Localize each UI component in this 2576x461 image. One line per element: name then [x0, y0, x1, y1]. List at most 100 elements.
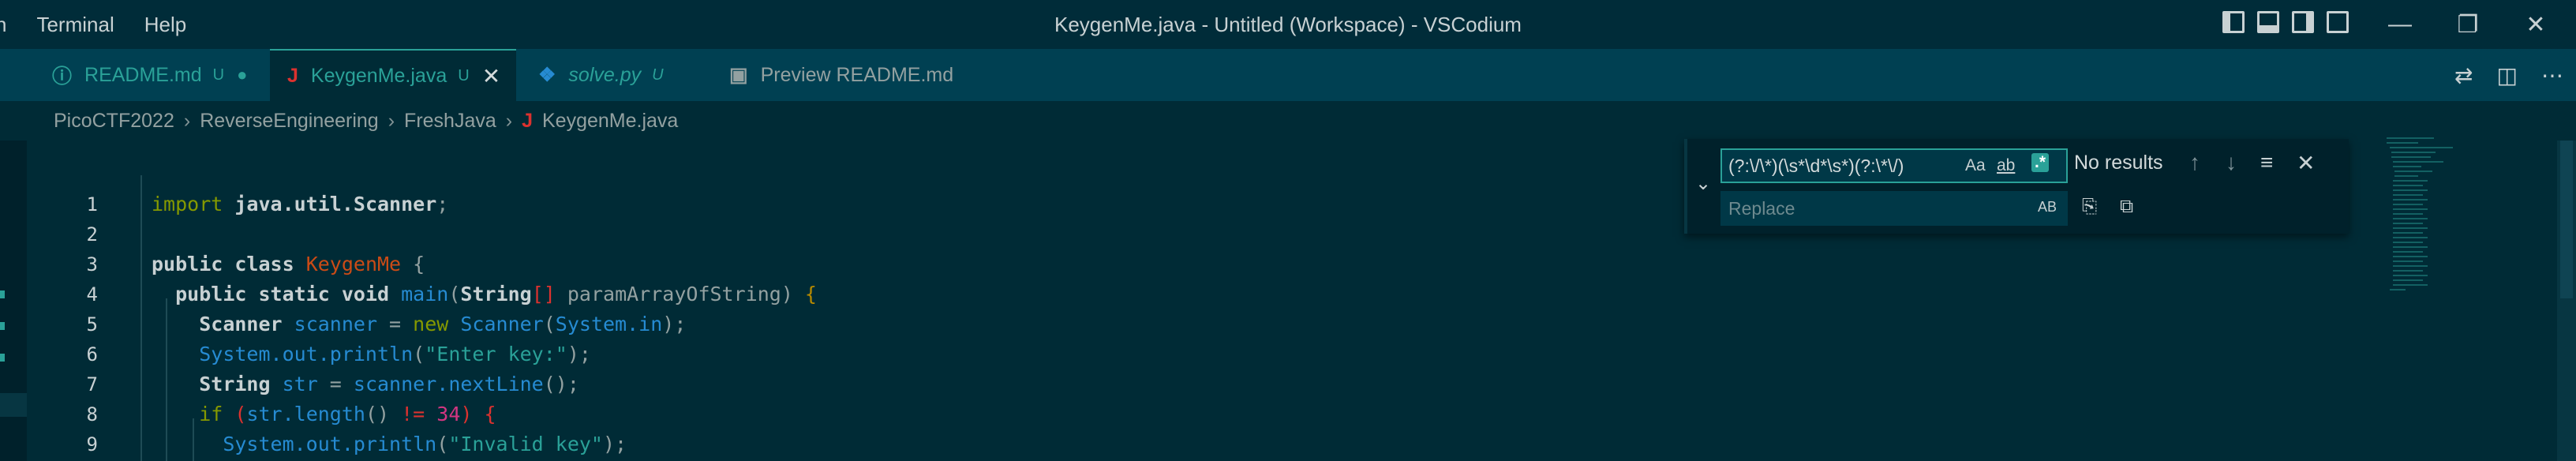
token-keyword: import: [152, 193, 223, 216]
menu-bar: n Terminal Help: [0, 0, 216, 49]
minimap-row: [2390, 147, 2453, 148]
line-number: 6: [86, 343, 98, 365]
code-line: import java.util.Scanner;: [152, 193, 449, 216]
line-number: 2: [86, 223, 98, 245]
token-variable: scanner: [294, 313, 377, 335]
toggle-panel-icon[interactable]: [2257, 11, 2279, 33]
token-keyword: if: [199, 403, 223, 425]
minimap[interactable]: [2383, 134, 2478, 308]
chevron-right-icon: ›: [505, 109, 513, 132]
chevron-right-icon: ›: [388, 109, 395, 132]
find-in-selection-icon[interactable]: ≡: [2260, 150, 2273, 175]
preview-icon: ▣: [729, 64, 748, 86]
scrollbar-thumb[interactable]: [2560, 141, 2573, 298]
minimap-row: [2393, 251, 2423, 253]
token-identifier: System.in: [555, 313, 663, 335]
tab-label: KeygenMe.java: [310, 64, 447, 87]
replace-input[interactable]: Replace: [1720, 191, 2068, 226]
close-tab-icon[interactable]: ✕: [482, 63, 500, 89]
minimap-row: [2393, 208, 2428, 210]
tab-label: README.md: [84, 63, 202, 86]
code-line: public class KeygenMe {: [152, 253, 425, 275]
find-input[interactable]: (?:\/\*)(\s*\d*\s*)(?:\*\/): [1720, 148, 2068, 183]
customize-layout-icon[interactable]: [2327, 11, 2349, 33]
token-method: main: [401, 283, 449, 305]
minimap-row: [2393, 237, 2428, 238]
toggle-primary-sidebar-icon[interactable]: [2222, 11, 2245, 33]
token-operator: !=: [401, 403, 425, 425]
regex-toggle[interactable]: .*: [2031, 153, 2050, 172]
menu-item-terminal[interactable]: Terminal: [36, 13, 114, 37]
token-string: "Enter key:": [425, 343, 567, 365]
marker: [0, 354, 5, 362]
chevron-right-icon: ›: [183, 109, 191, 132]
line-number: 5: [86, 313, 98, 335]
tab-readme[interactable]: ⓘ README.md U ●: [35, 49, 265, 101]
tab-status: U: [652, 66, 664, 84]
breadcrumb-item[interactable]: FreshJava: [404, 110, 496, 133]
marker: [0, 322, 5, 330]
preserve-case-toggle[interactable]: AB: [2038, 199, 2057, 216]
minimap-row: [2387, 142, 2418, 144]
minimap-row: [2393, 223, 2423, 224]
minimap-row: [2393, 161, 2443, 163]
line-number: 1: [86, 193, 98, 216]
layout-controls: [2222, 11, 2349, 33]
minimap-row: [2393, 199, 2428, 201]
java-file-icon: J: [522, 109, 533, 132]
replace-icon[interactable]: ⎘: [2082, 196, 2097, 218]
vertical-scrollbar[interactable]: [2557, 141, 2576, 461]
toggle-secondary-sidebar-icon[interactable]: [2292, 11, 2314, 33]
close-window-icon[interactable]: ✕: [2502, 11, 2570, 39]
token-identifier: System.out.println: [199, 343, 414, 365]
minimap-row: [2393, 246, 2428, 248]
minimap-row: [2393, 185, 2423, 186]
minimap-row: [2393, 284, 2428, 286]
tab-bar: ⓘ README.md U ● J KeygenMe.java U ✕ ❖ so…: [0, 49, 2576, 101]
compare-changes-icon[interactable]: ⇄: [2454, 62, 2473, 88]
python-file-icon: ❖: [538, 64, 556, 86]
menu-item-help[interactable]: Help: [144, 13, 186, 37]
line-number: 7: [86, 373, 98, 395]
token-class-name: KeygenMe: [305, 253, 402, 275]
code-line: System.out.println("Invalid key");: [223, 433, 627, 455]
menu-item-run[interactable]: n: [0, 13, 6, 37]
tab-solve[interactable]: ❖ solve.py U: [521, 49, 707, 101]
token-identifier: System.out.println: [223, 433, 437, 455]
token-method: scanner.nextLine: [353, 373, 544, 395]
more-actions-icon[interactable]: ⋯: [2541, 62, 2563, 88]
minimize-icon[interactable]: —: [2366, 11, 2434, 38]
split-editor-icon[interactable]: ◫: [2496, 62, 2517, 88]
window-controls: — ❐ ✕: [2366, 0, 2570, 49]
arrow-down-icon[interactable]: ↓: [2226, 150, 2237, 175]
breadcrumb-item[interactable]: ReverseEngineering: [200, 110, 379, 133]
token-bracket: ): [460, 403, 473, 425]
minimap-row: [2394, 171, 2432, 172]
match-case-toggle[interactable]: Aa: [1965, 156, 1986, 175]
tab-preview-readme[interactable]: ▣ Preview README.md: [712, 49, 980, 101]
breadcrumb-item[interactable]: KeygenMe.java: [542, 110, 678, 133]
minimap-row: [2393, 218, 2428, 219]
restore-icon[interactable]: ❐: [2434, 11, 2502, 39]
tab-keygenme[interactable]: J KeygenMe.java U ✕: [270, 49, 516, 101]
breadcrumb: PicoCTF2022 › ReverseEngineering › Fresh…: [0, 101, 2576, 141]
info-icon: ⓘ: [52, 66, 73, 88]
unsaved-dot-icon[interactable]: ●: [237, 65, 247, 85]
minimap-row: [2393, 242, 2423, 243]
minimap-row: [2393, 204, 2423, 205]
breadcrumb-item[interactable]: PicoCTF2022: [54, 110, 174, 133]
tab-label: Preview README.md: [760, 63, 954, 86]
token-type: String: [199, 373, 271, 395]
line-number: 8: [86, 403, 98, 425]
code-line: String str = scanner.nextLine();: [199, 373, 579, 395]
token-brace: {: [804, 283, 817, 305]
arrow-up-icon[interactable]: ↑: [2189, 150, 2200, 175]
close-find-icon[interactable]: ✕: [2297, 150, 2315, 176]
java-file-icon: J: [287, 64, 298, 87]
minimap-row: [2393, 180, 2428, 182]
token-method: str.length: [246, 403, 365, 425]
minimap-row: [2393, 279, 2423, 281]
toggle-replace-icon[interactable]: ⌄: [1695, 172, 1711, 195]
whole-word-toggle[interactable]: ab: [1997, 156, 2015, 175]
replace-all-icon[interactable]: ⧉: [2120, 196, 2133, 218]
